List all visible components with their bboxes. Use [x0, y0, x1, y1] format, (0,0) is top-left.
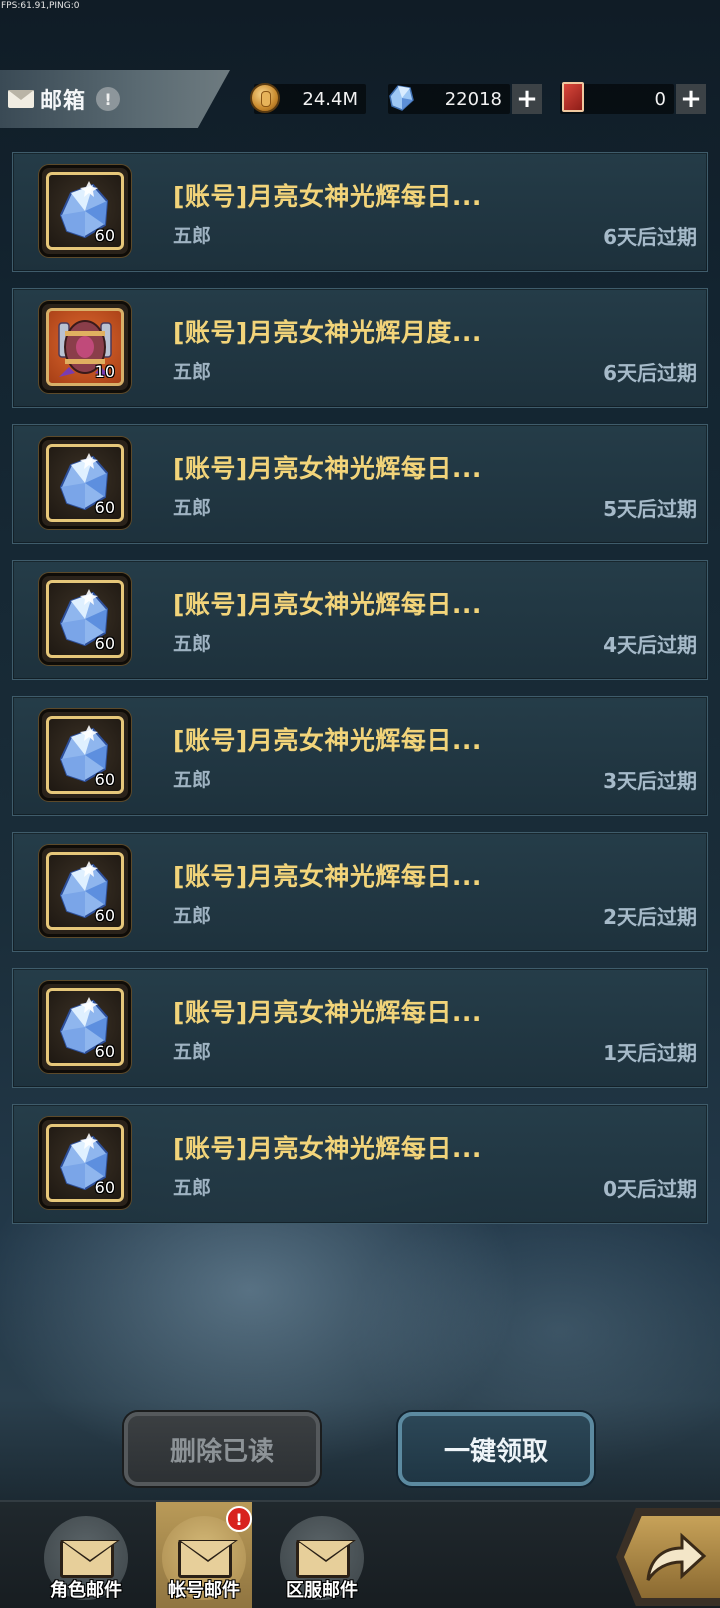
- notification-badge: !: [226, 1506, 252, 1532]
- crystal-icon: 60: [46, 852, 124, 930]
- fps-readout: FPS:61.91,PING:0: [1, 1, 80, 11]
- tab-label: 角色邮件: [50, 1580, 122, 1601]
- return-arrow-icon: [646, 1532, 707, 1581]
- item-quantity: 60: [94, 1178, 115, 1197]
- mail-icon: [8, 90, 34, 108]
- item-slot: 60: [39, 573, 131, 665]
- mail-item[interactable]: 60 [账号]月亮女神光辉每日... 五郎 1天后过期: [12, 968, 708, 1088]
- item-slot: 60: [39, 981, 131, 1073]
- mail-item[interactable]: 60 [账号]月亮女神光辉每日... 五郎 5天后过期: [12, 424, 708, 544]
- top-bar: 邮箱 ! 24.4M 22018 + 0 +: [0, 70, 720, 128]
- mail-item[interactable]: 60 [账号]月亮女神光辉每日... 五郎 3天后过期: [12, 696, 708, 816]
- mail-tab-bar: 角色邮件 帐号邮件 ! 区服邮件: [0, 1500, 720, 1608]
- account-mail-icon: [178, 1540, 238, 1578]
- item-slot: 60: [39, 437, 131, 529]
- tab-label: 帐号邮件: [168, 1580, 240, 1601]
- mail-expiry: 1天后过期: [603, 1041, 697, 1065]
- mail-title: [账号]月亮女神光辉每日...: [173, 590, 482, 619]
- mail-title: [账号]月亮女神光辉每日...: [173, 998, 482, 1027]
- tab-account-mail[interactable]: 帐号邮件 !: [156, 1502, 252, 1608]
- barrel-icon: 10: [46, 308, 124, 386]
- mail-expiry: 2天后过期: [603, 905, 697, 929]
- crystal-icon: 60: [46, 444, 124, 522]
- add-diamond-button[interactable]: +: [512, 84, 542, 114]
- crystal-icon: 60: [46, 172, 124, 250]
- item-quantity: 10: [94, 362, 115, 381]
- mail-title: [账号]月亮女神光辉每日...: [173, 454, 482, 483]
- item-quantity: 60: [94, 906, 115, 925]
- mail-sender: 五郎: [173, 633, 212, 655]
- mail-item[interactable]: 60 [账号]月亮女神光辉每日... 五郎 4天后过期: [12, 560, 708, 680]
- mail-item[interactable]: 10 [账号]月亮女神光辉月度... 五郎 6天后过期: [12, 288, 708, 408]
- ticket-resource: 0 +: [560, 82, 706, 114]
- item-quantity: 60: [94, 634, 115, 653]
- item-slot: 60: [39, 165, 131, 257]
- mail-expiry: 6天后过期: [603, 361, 697, 385]
- tab-character-mail[interactable]: 角色邮件: [38, 1502, 134, 1608]
- book-icon: [562, 82, 584, 112]
- mail-title: [账号]月亮女神光辉每日...: [173, 182, 482, 211]
- mail-item[interactable]: 60 [账号]月亮女神光辉每日... 五郎 2天后过期: [12, 832, 708, 952]
- mail-sender: 五郎: [173, 1177, 212, 1199]
- delete-read-button[interactable]: 删除已读: [124, 1412, 320, 1486]
- crystal-icon: [389, 85, 414, 111]
- item-quantity: 60: [94, 226, 115, 245]
- mail-title: [账号]月亮女神光辉月度...: [173, 318, 482, 347]
- mail-sender: 五郎: [173, 769, 212, 791]
- claim-all-button[interactable]: 一键领取: [398, 1412, 594, 1486]
- item-slot: 60: [39, 709, 131, 801]
- mail-sender: 五郎: [173, 361, 212, 383]
- mail-sender: 五郎: [173, 225, 212, 247]
- mail-expiry: 4天后过期: [603, 633, 697, 657]
- item-quantity: 60: [94, 498, 115, 517]
- envelope-icon: [60, 1540, 120, 1578]
- add-ticket-button[interactable]: +: [676, 84, 706, 114]
- mailbox-title-plate: 邮箱 !: [0, 70, 230, 128]
- item-quantity: 60: [94, 1042, 115, 1061]
- mail-expiry: 0天后过期: [603, 1177, 697, 1201]
- tab-server-mail[interactable]: 区服邮件: [274, 1502, 370, 1608]
- mail-title: [账号]月亮女神光辉每日...: [173, 1134, 482, 1163]
- gold-resource: 24.4M: [250, 83, 366, 114]
- mail-sender: 五郎: [173, 1041, 212, 1063]
- mail-expiry: 6天后过期: [603, 225, 697, 249]
- mail-item[interactable]: 60 [账号]月亮女神光辉每日... 五郎 6天后过期: [12, 152, 708, 272]
- tab-label: 区服邮件: [286, 1580, 358, 1601]
- crystal-icon: 60: [46, 716, 124, 794]
- item-slot: 60: [39, 1117, 131, 1209]
- item-slot: 10: [39, 301, 131, 393]
- mail-item[interactable]: 60 [账号]月亮女神光辉每日... 五郎 0天后过期: [12, 1104, 708, 1224]
- crystal-icon: 60: [46, 580, 124, 658]
- item-quantity: 60: [94, 770, 115, 789]
- crystal-icon: 60: [46, 1124, 124, 1202]
- diamond-resource: 22018 +: [388, 84, 542, 114]
- mail-expiry: 3天后过期: [603, 769, 697, 793]
- mail-title: [账号]月亮女神光辉每日...: [173, 862, 482, 891]
- server-mail-icon: [296, 1540, 356, 1578]
- mail-title: [账号]月亮女神光辉每日...: [173, 726, 482, 755]
- crystal-icon: 60: [46, 988, 124, 1066]
- item-slot: 60: [39, 845, 131, 937]
- page-title: 邮箱: [40, 89, 87, 114]
- help-button[interactable]: !: [96, 87, 121, 111]
- mail-expiry: 5天后过期: [603, 497, 697, 521]
- mail-sender: 五郎: [173, 497, 212, 519]
- mail-sender: 五郎: [173, 905, 212, 927]
- back-button[interactable]: [616, 1508, 720, 1606]
- gold-coin-icon: [250, 83, 280, 113]
